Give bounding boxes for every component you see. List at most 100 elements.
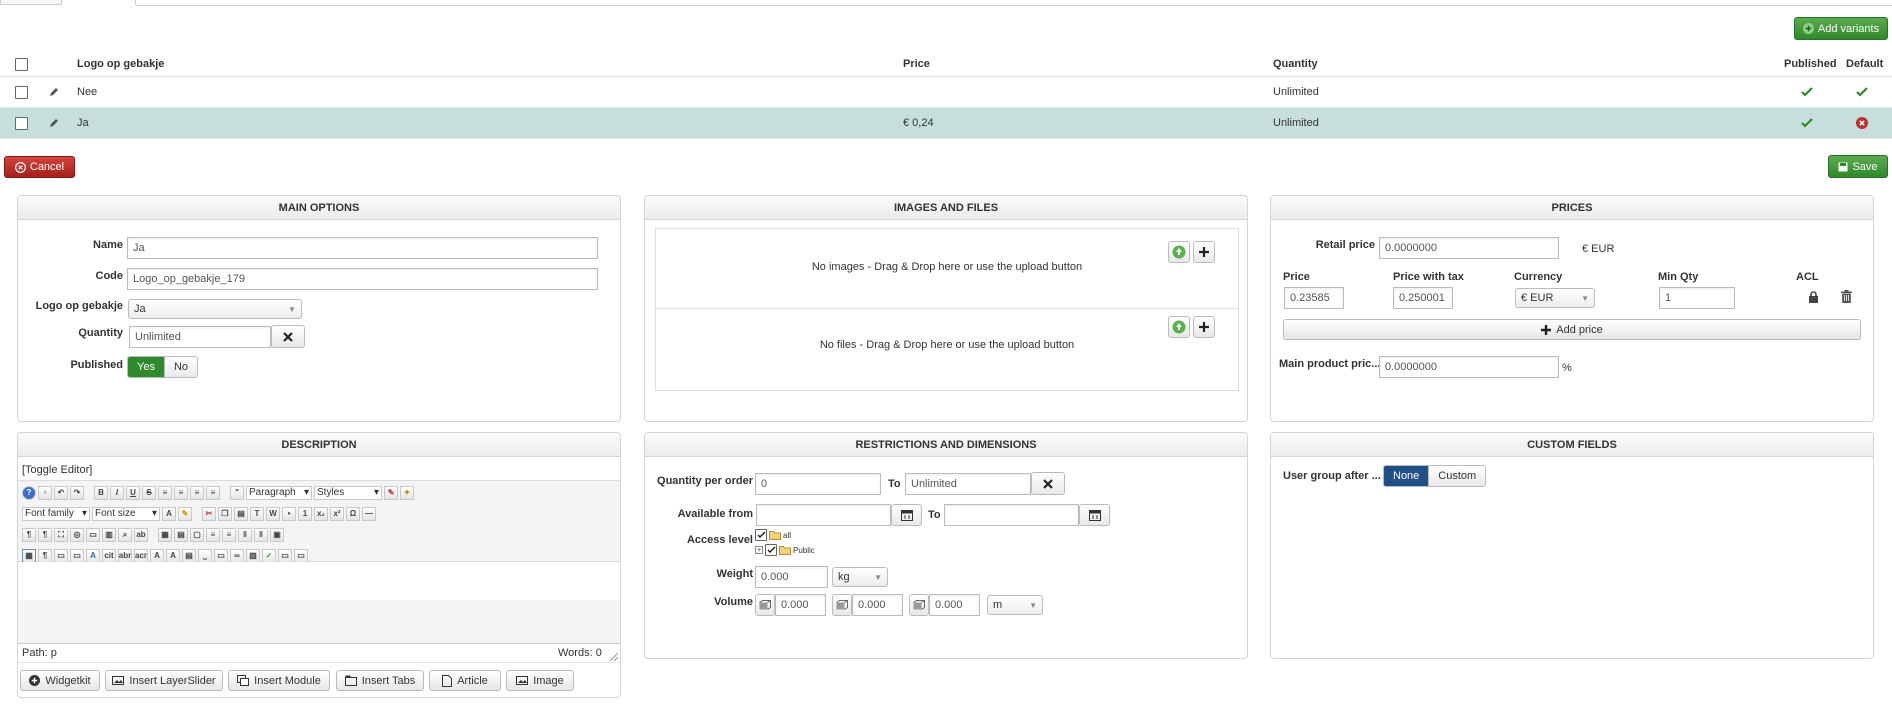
calendar-from-button[interactable] [891, 504, 922, 526]
copy-icon[interactable]: ❐ [218, 506, 232, 521]
undo-icon[interactable]: ↶ [54, 485, 68, 500]
volume-y-input[interactable]: 0.000 [852, 594, 903, 616]
volume-unit-select[interactable]: m ▼ [987, 595, 1043, 615]
tab[interactable] [0, 0, 62, 5]
styles-select[interactable]: Styles ▾ [314, 485, 382, 500]
qpo-to-input[interactable]: Unlimited [905, 473, 1031, 495]
row-checkbox[interactable] [15, 116, 28, 130]
insert-tabs-button[interactable]: Insert Tabs [336, 670, 424, 691]
add-price-button[interactable]: Add price [1283, 319, 1861, 340]
save-button[interactable]: Save [1828, 155, 1888, 178]
name-input[interactable]: Ja [127, 237, 598, 259]
align-right-icon[interactable]: ≡ [190, 485, 204, 500]
price-input[interactable]: 0.23585 [1284, 287, 1344, 309]
article-button[interactable]: Article [429, 670, 501, 691]
clear-qpo-button[interactable] [1031, 472, 1065, 495]
qpo-from-input[interactable]: 0 [755, 473, 881, 495]
edit-pencil-icon[interactable] [48, 77, 60, 107]
user-group-custom-option[interactable]: Custom [1428, 466, 1486, 486]
numbered-list-icon[interactable]: 1 [298, 506, 312, 521]
column-header-default[interactable]: Default [1846, 52, 1883, 76]
highlight-icon[interactable]: ✎ [178, 506, 192, 521]
published-check-icon[interactable] [1801, 77, 1813, 107]
page-break-icon[interactable]: ▭ [214, 548, 228, 563]
column-header-name[interactable]: Logo op gebakje [77, 52, 164, 76]
non-breaking-icon[interactable]: ⎵ [198, 548, 212, 563]
published-no-option[interactable]: No [163, 357, 198, 377]
trash-icon[interactable] [1841, 290, 1852, 306]
published-check-icon[interactable] [1801, 108, 1813, 138]
cell-props-icon[interactable]: ▢ [190, 527, 204, 542]
horizontal-rule-icon[interactable]: — [362, 506, 376, 521]
ins-icon[interactable]: A [166, 548, 180, 563]
expand-icon[interactable]: + [755, 546, 763, 554]
main-product-price-input[interactable]: 0.0000000 [1379, 356, 1559, 378]
underline-icon[interactable]: U [126, 485, 140, 500]
user-group-toggle[interactable]: None Custom [1383, 465, 1487, 487]
cite-icon[interactable]: cit [102, 548, 116, 563]
code-input[interactable]: Logo_op_gebakje_179 [127, 268, 598, 290]
replace-icon[interactable]: ab [134, 527, 148, 542]
access-all-checkbox[interactable] [755, 529, 767, 541]
weight-unit-select[interactable]: kg ▼ [832, 567, 888, 587]
table-row[interactable]: Nee Unlimited [0, 77, 1892, 108]
weight-input[interactable]: 0.000 [755, 566, 828, 588]
align-left-icon[interactable]: ≡ [158, 485, 172, 500]
table-row[interactable]: Ja € 0,24 Unlimited [0, 108, 1892, 139]
paste-text-icon[interactable]: T [250, 506, 264, 521]
cut-icon[interactable]: ✂ [202, 506, 216, 521]
default-check-icon[interactable] [1856, 77, 1868, 107]
template-icon[interactable]: ▥ [102, 527, 116, 542]
insert-module-button[interactable]: Insert Module [228, 670, 330, 691]
upload-file-button[interactable] [1168, 316, 1190, 338]
special-char-icon[interactable]: Ω [346, 506, 360, 521]
delete-col-icon[interactable]: ‖ [254, 527, 268, 542]
toggle-editor-link[interactable]: [Toggle Editor] [22, 464, 92, 476]
media-icon[interactable]: ▭ [278, 548, 292, 563]
paragraph-select[interactable]: Paragraph ▾ [246, 485, 312, 500]
image-button[interactable]: Image [506, 670, 574, 691]
cancel-button[interactable]: Cancel [4, 156, 75, 178]
align-justify-icon[interactable]: ≡ [206, 485, 220, 500]
files-dropzone[interactable]: No files - Drag & Drop here or use the u… [655, 309, 1239, 391]
align-center-icon[interactable]: ≡ [174, 485, 188, 500]
table-icon[interactable]: ▦ [158, 527, 172, 542]
not-default-x-icon[interactable] [1856, 108, 1868, 138]
show-blocks-icon[interactable]: ¶ [38, 548, 52, 563]
published-yes-option[interactable]: Yes [128, 357, 164, 377]
select-all-checkbox[interactable] [15, 57, 28, 71]
blockquote-icon[interactable]: " [230, 485, 244, 500]
subscript-icon[interactable]: x₂ [314, 506, 328, 521]
ltr-icon[interactable]: ¶ [22, 527, 36, 542]
access-tree-child[interactable]: + Public [755, 544, 815, 556]
visual-aid-icon[interactable]: ▦ [22, 548, 36, 563]
column-header-published[interactable]: Published [1784, 52, 1837, 76]
link-icon[interactable]: ∞ [230, 548, 244, 563]
volume-z-input[interactable]: 0.000 [929, 594, 980, 616]
cleanup-icon[interactable]: ✦ [400, 485, 414, 500]
superscript-icon[interactable]: x² [330, 506, 344, 521]
add-file-button[interactable] [1193, 316, 1215, 338]
image-icon[interactable]: ▨ [246, 548, 260, 563]
edit-pencil-icon[interactable] [48, 108, 60, 138]
bold-icon[interactable]: B [94, 485, 108, 500]
code-icon[interactable]: ▭ [294, 548, 308, 563]
paste-word-icon[interactable]: W [266, 506, 280, 521]
add-image-button[interactable] [1193, 241, 1215, 263]
clear-formatting-icon[interactable]: ✎ [384, 485, 398, 500]
published-toggle[interactable]: Yes No [127, 356, 199, 378]
merge-cells-icon[interactable]: ▣ [270, 527, 284, 542]
retail-price-input[interactable]: 0.0000000 [1379, 237, 1559, 259]
abbr-icon[interactable]: abr [118, 548, 132, 563]
user-group-none-option[interactable]: None [1384, 466, 1429, 486]
insert-row-icon[interactable]: ≡ [206, 527, 220, 542]
volume-x-input[interactable]: 0.000 [775, 594, 826, 616]
italic-icon[interactable]: I [110, 485, 124, 500]
column-header-price[interactable]: Price [903, 52, 930, 76]
row-checkbox[interactable] [15, 85, 28, 99]
logo-select[interactable]: Ja ▼ [128, 299, 302, 319]
images-dropzone[interactable]: No images - Drag & Drop here or use the … [655, 228, 1239, 309]
search-icon[interactable]: ⌕ [118, 527, 132, 542]
clear-quantity-button[interactable] [271, 325, 305, 348]
calendar-to-button[interactable] [1079, 504, 1110, 526]
